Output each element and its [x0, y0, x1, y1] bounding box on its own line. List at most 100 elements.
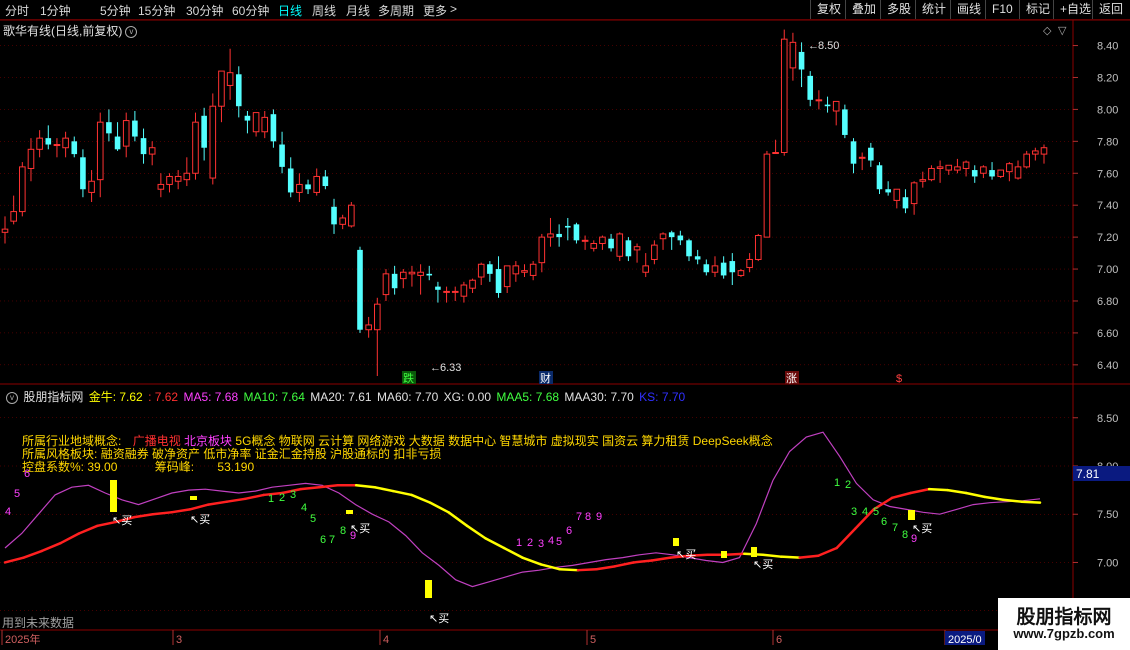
event-marker-dollar[interactable]: $ [896, 373, 902, 385]
candle-body [88, 180, 95, 193]
candle-body [763, 153, 771, 238]
buy-bar [673, 538, 679, 546]
date-tick-label: 2025年 [5, 632, 40, 646]
candle-body [305, 184, 311, 190]
buy-bar [721, 551, 727, 558]
sub-series-segment [373, 485, 395, 493]
sub-num-label: 1 [268, 493, 274, 505]
event-marker-drop[interactable]: 跌 [403, 371, 414, 385]
candle-body [642, 265, 650, 273]
buy-bar [110, 480, 117, 512]
candle-body [503, 265, 511, 288]
chevron-down-icon[interactable]: v [6, 391, 18, 404]
candle-body [487, 264, 493, 274]
event-marker-finance[interactable]: 财 [540, 371, 551, 385]
chip-value: 53.190 [217, 460, 255, 474]
sub-series-segment [465, 524, 487, 540]
sub-series-segment [558, 567, 580, 572]
chevron-down-icon[interactable]: ▽ [1058, 25, 1067, 37]
sub-series-segment [410, 493, 432, 504]
low-price-label: 6.33 [440, 362, 461, 374]
candle-body [936, 166, 944, 169]
sub-series-segment [983, 495, 1005, 502]
candle-body [365, 324, 372, 331]
sub-series-segment [927, 487, 949, 492]
candle-body [754, 235, 762, 260]
candle-body [148, 147, 156, 155]
date-tick-label: 4 [383, 634, 389, 646]
buy-label: ↖买 [912, 522, 932, 535]
candle-body [1014, 166, 1022, 179]
indicator-ma5: MA5: 7.68 [183, 390, 239, 404]
sub-series-segment [576, 567, 598, 572]
sub-series-segment [595, 565, 617, 571]
event-marker-rise[interactable]: 涨 [786, 372, 797, 385]
candle-body [971, 170, 978, 177]
high-price-label: 8.50 [818, 40, 839, 52]
sub-number-labels: 4 5 6 1 2 3 4 5 6 7 8 9 1 2 3 4 5 6 7 8 … [5, 468, 917, 550]
candle-body [417, 271, 424, 276]
buy-bar [190, 496, 197, 500]
sub-series-segment [299, 485, 321, 491]
candle-body [322, 176, 329, 187]
sub-series-segment [780, 555, 801, 559]
sub-series-segment [632, 559, 654, 564]
indicator-ks: KS: 7.70 [639, 390, 686, 404]
candle-body [209, 105, 217, 179]
candle-body [910, 182, 918, 205]
candle-body [45, 138, 52, 145]
candle-body [772, 152, 779, 155]
buy-bar [908, 510, 915, 520]
candle-body [391, 273, 398, 289]
sub-series-segment [3, 556, 25, 564]
sub-series-segment [816, 546, 838, 557]
sub-series-segment [724, 552, 746, 557]
watermark-title: 股朋指标网 [1016, 607, 1112, 628]
sub-tick-label: 8.50 [1097, 413, 1118, 425]
kline-chart: 8.40 8.20 8.00 7.80 7.60 7.40 7.20 7.00 6.80 6.60… [0, 19, 1130, 646]
candle-body [140, 138, 147, 155]
future-data-note: 用到未来数据 [2, 616, 75, 630]
price-tick-label: 6.40 [1097, 360, 1118, 372]
sub-series-segment [798, 554, 820, 559]
candle-body [408, 271, 416, 275]
candle-body [711, 265, 719, 273]
sub-num-label: 7 [576, 511, 582, 523]
sub-series-segment [835, 527, 857, 550]
watermark: 股朋指标网 www.7gpzb.com [998, 598, 1130, 650]
price-tick-label: 7.40 [1097, 200, 1118, 212]
sub-series-segment [133, 512, 155, 519]
sub-num-label: 2 [279, 492, 285, 504]
price-tick-label: 7.80 [1097, 136, 1118, 148]
candle-body [564, 225, 571, 228]
candle-body [573, 224, 580, 241]
sub-num-label: 6 [320, 534, 326, 546]
price-tick-label: 7.60 [1097, 168, 1118, 180]
candle-body [96, 121, 104, 181]
candle-body [270, 114, 277, 142]
candle-body [858, 156, 866, 159]
candle-body [608, 238, 614, 249]
sub-num-label: 6 [881, 516, 887, 528]
candle-body [980, 166, 987, 174]
candle-body [945, 164, 953, 171]
candle-body [616, 233, 624, 257]
candle-body [201, 115, 207, 148]
date-tick-label: 6 [776, 634, 782, 646]
diamond-icon[interactable]: ◇ [1043, 25, 1052, 37]
candle-body [893, 188, 901, 201]
sub-num-label: 5 [310, 513, 316, 525]
buy-label: ↖买 [350, 522, 370, 535]
candle-body [529, 263, 537, 276]
price-tick-label: 8.00 [1097, 104, 1118, 116]
sub-num-label: 4 [548, 535, 554, 547]
candle-body [114, 136, 121, 150]
candle-body [279, 144, 285, 167]
candle-body [235, 74, 242, 107]
candle-body [521, 270, 528, 273]
sub-num-label: 4 [862, 506, 868, 518]
candle-body [581, 239, 589, 242]
sub-series-segment [77, 524, 99, 535]
sub-series-segment [484, 537, 506, 550]
candle-body [80, 157, 86, 190]
